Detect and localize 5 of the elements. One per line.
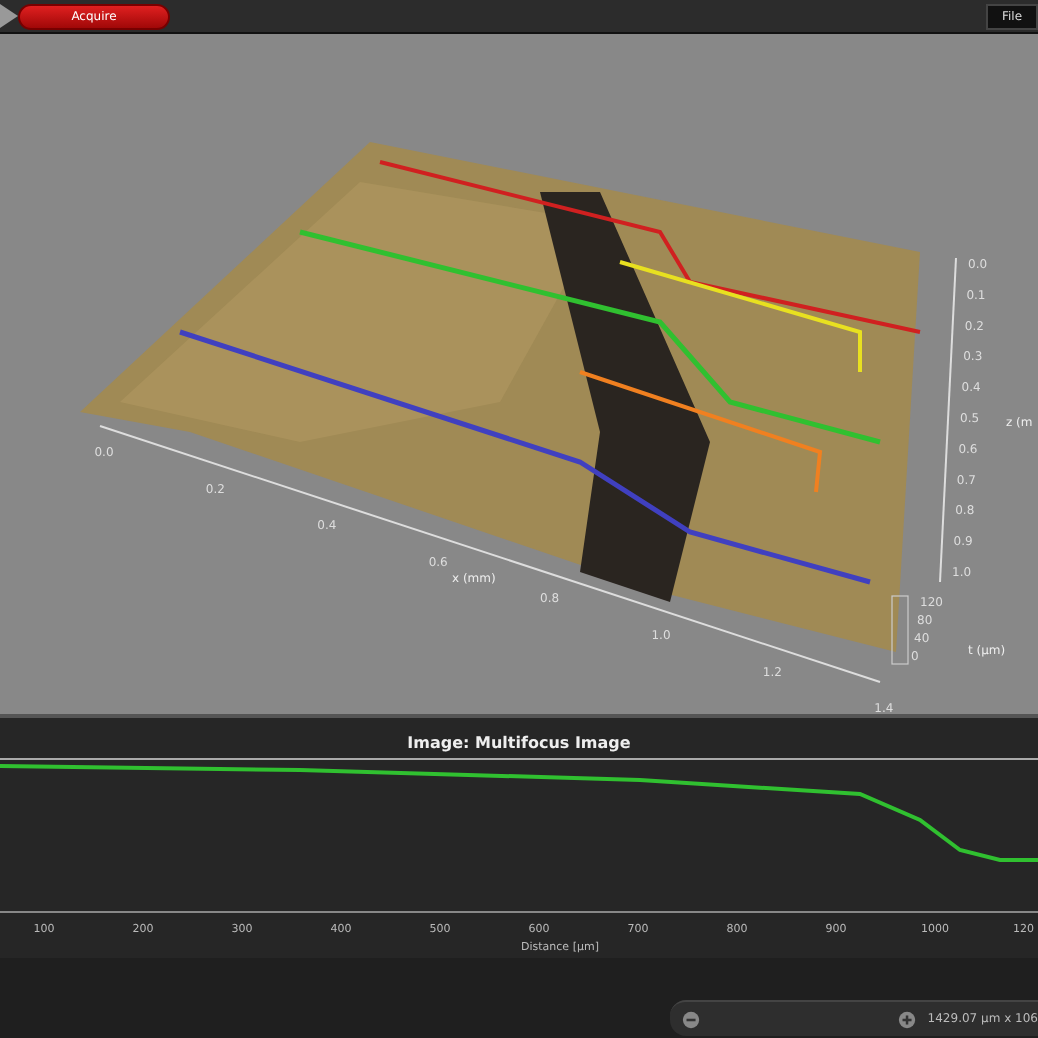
profile-title: Image: Multifocus Image	[405, 732, 633, 756]
zoom-in-icon[interactable]	[897, 1009, 916, 1029]
zoom-out-icon[interactable]	[682, 1009, 701, 1029]
t-scale-bar	[891, 595, 909, 665]
arrow-icon	[0, 2, 18, 30]
